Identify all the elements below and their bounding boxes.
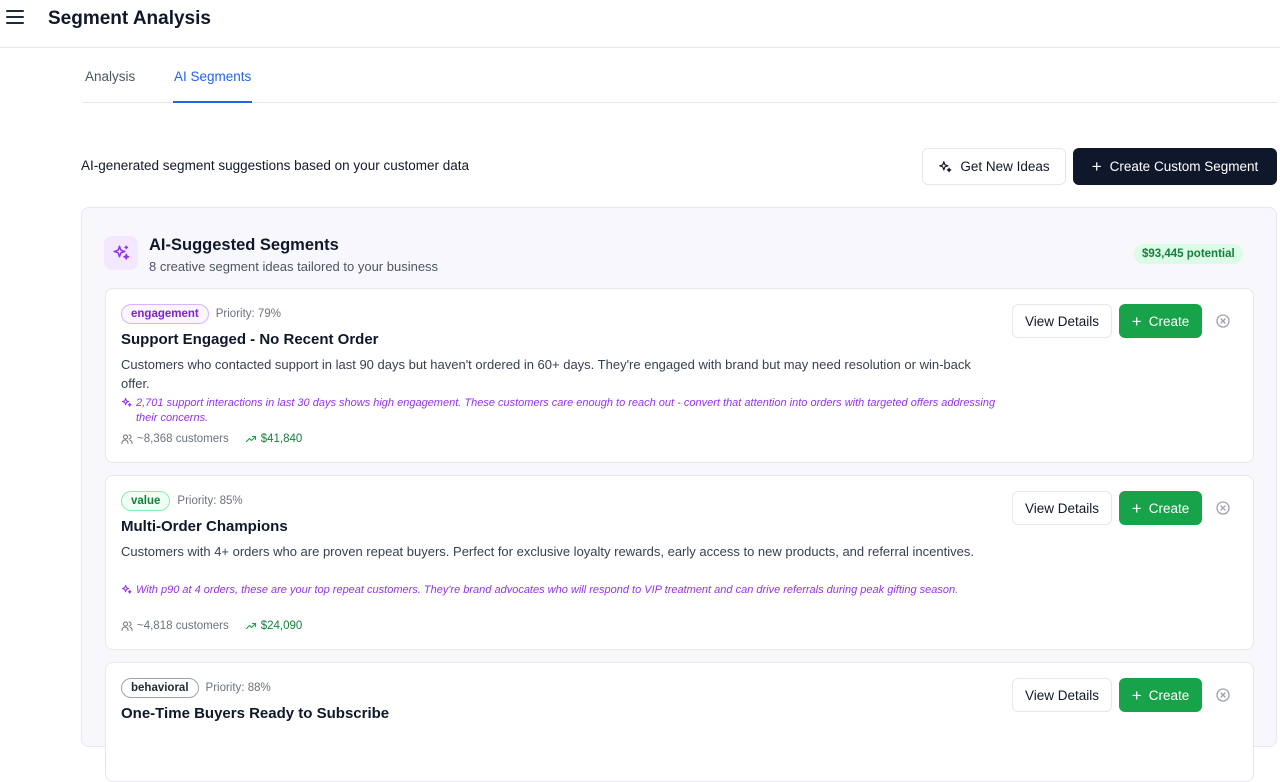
customer-count: ~4,818 customers bbox=[121, 620, 229, 632]
priority-text: Priority: 88% bbox=[205, 682, 271, 694]
segment-title: Support Engaged - No Recent Order bbox=[121, 331, 379, 348]
segment-title: One-Time Buyers Ready to Subscribe bbox=[121, 705, 390, 722]
view-details-button[interactable]: View Details bbox=[1012, 678, 1112, 712]
view-details-button[interactable]: View Details bbox=[1012, 491, 1112, 525]
panel-subtitle: 8 creative segment ideas tailored to you… bbox=[149, 259, 439, 274]
segment-description: Customers who contacted support in last … bbox=[121, 357, 971, 391]
priority-text: Priority: 79% bbox=[215, 308, 281, 320]
customer-count: ~8,368 customers bbox=[121, 433, 229, 445]
create-label: Create bbox=[1148, 687, 1190, 703]
category-tag: behavioral bbox=[121, 678, 199, 698]
create-custom-segment-label: Create Custom Segment bbox=[1109, 159, 1259, 174]
plus-icon: + bbox=[1131, 498, 1142, 518]
segment-card: behavioral Priority: 88% One-Time Buyers… bbox=[105, 662, 1254, 782]
create-label: Create bbox=[1148, 313, 1190, 329]
customer-count-text: ~4,818 customers bbox=[137, 620, 229, 632]
revenue-text: $41,840 bbox=[260, 433, 303, 445]
view-details-button[interactable]: View Details bbox=[1012, 304, 1112, 338]
ai-sparkles-icon bbox=[104, 236, 138, 270]
sparkles-icon bbox=[121, 397, 132, 407]
create-segment-button[interactable]: + Create bbox=[1119, 678, 1202, 712]
potential-badge: $93,445 potential bbox=[1134, 244, 1243, 264]
get-new-ideas-label: Get New Ideas bbox=[960, 159, 1050, 174]
segment-insight: 2,701 support interactions in last 30 da… bbox=[121, 396, 1001, 426]
insight-text: 2,701 support interactions in last 30 da… bbox=[136, 397, 996, 424]
users-icon bbox=[121, 434, 133, 444]
create-custom-segment-button[interactable]: + Create Custom Segment bbox=[1073, 148, 1277, 185]
trending-up-icon bbox=[245, 435, 256, 443]
segment-card: engagement Priority: 79% Support Engaged… bbox=[105, 288, 1254, 463]
plus-icon: + bbox=[1091, 157, 1102, 176]
dismiss-circle-x-icon[interactable] bbox=[1215, 687, 1231, 703]
segment-insight: With p90 at 4 orders, these are your top… bbox=[121, 583, 1001, 598]
ai-suggested-segments-panel: AI-Suggested Segments 8 creative segment… bbox=[81, 207, 1277, 782]
get-new-ideas-button[interactable]: Get New Ideas bbox=[922, 148, 1066, 185]
tab-bar: Analysis AI Segments bbox=[82, 49, 1278, 103]
create-label: Create bbox=[1148, 500, 1190, 516]
segment-card: value Priority: 85% Multi-Order Champion… bbox=[105, 475, 1254, 650]
sparkles-icon bbox=[121, 584, 132, 594]
users-icon bbox=[121, 621, 133, 631]
top-bar: Segment Analysis bbox=[0, 0, 1280, 48]
customer-count-text: ~8,368 customers bbox=[137, 433, 229, 445]
category-tag: value bbox=[121, 491, 171, 511]
create-segment-button[interactable]: + Create bbox=[1119, 491, 1202, 525]
dismiss-circle-x-icon[interactable] bbox=[1215, 500, 1231, 516]
insight-text: With p90 at 4 orders, these are your top… bbox=[136, 584, 959, 596]
revenue-estimate: $24,090 bbox=[245, 620, 303, 632]
priority-text: Priority: 85% bbox=[177, 495, 243, 507]
plus-icon: + bbox=[1131, 685, 1142, 705]
page-title: Segment Analysis bbox=[48, 8, 211, 29]
hamburger-menu-icon[interactable] bbox=[6, 10, 24, 26]
tab-ai-segments[interactable]: AI Segments bbox=[173, 49, 253, 103]
revenue-estimate: $41,840 bbox=[245, 433, 303, 445]
tab-analysis[interactable]: Analysis bbox=[85, 49, 135, 103]
segment-title: Multi-Order Champions bbox=[121, 518, 288, 535]
segment-description: Customers with 4+ orders who are proven … bbox=[121, 544, 974, 559]
intro-text: AI-generated segment suggestions based o… bbox=[81, 158, 469, 173]
dismiss-circle-x-icon[interactable] bbox=[1215, 313, 1231, 329]
category-tag: engagement bbox=[121, 304, 209, 324]
sparkles-icon bbox=[939, 160, 952, 172]
panel-title: AI-Suggested Segments bbox=[149, 236, 339, 254]
trending-up-icon bbox=[245, 622, 256, 630]
create-segment-button[interactable]: + Create bbox=[1119, 304, 1202, 338]
revenue-text: $24,090 bbox=[260, 620, 303, 632]
plus-icon: + bbox=[1131, 311, 1142, 331]
